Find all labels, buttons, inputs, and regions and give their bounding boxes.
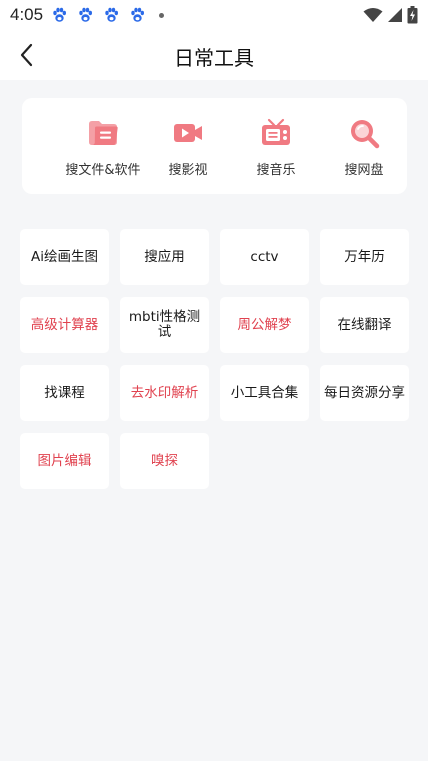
tool-tile-ai-drawing[interactable]: Ai绘画生图 (20, 229, 109, 285)
status-bar: 4:05 (0, 0, 428, 30)
battery-charging-icon (407, 6, 418, 24)
search-item-label: 搜网盘 (344, 163, 384, 178)
system-icons (359, 6, 418, 24)
search-shortcuts-card: 搜文件&软件 搜影视 搜音乐 搜网盘 (22, 98, 407, 194)
tool-tile-online-translate[interactable]: 在线翻译 (320, 297, 409, 353)
search-icon (351, 120, 380, 149)
status-time: 4:05 (10, 5, 44, 24)
tool-tile-dream-interpretation[interactable]: 周公解梦 (220, 297, 309, 353)
back-button[interactable] (10, 38, 44, 72)
folder-icon (89, 121, 118, 145)
tool-tile-calculator[interactable]: 高级计算器 (20, 297, 109, 353)
header: 日常工具 (0, 30, 428, 80)
tool-tile-search-apps[interactable]: 搜应用 (120, 229, 209, 285)
tool-tile-mbti-test[interactable]: mbti性格测试 (120, 297, 209, 353)
wifi-icon (363, 8, 383, 22)
signal-icon (388, 8, 402, 22)
chevron-left-icon (20, 43, 33, 67)
tool-tile-image-editor[interactable]: 图片编辑 (20, 433, 109, 489)
tool-tile-calendar[interactable]: 万年历 (320, 229, 409, 285)
baidu-paw-icon (105, 7, 118, 22)
notification-icons (52, 7, 164, 23)
search-music-button[interactable]: 搜音乐 (226, 116, 326, 182)
baidu-paw-icon (79, 7, 92, 22)
tool-tile-tool-collection[interactable]: 小工具合集 (220, 365, 309, 421)
tool-tile-cctv[interactable]: cctv (220, 229, 309, 285)
search-video-button[interactable]: 搜影视 (138, 116, 238, 182)
search-netdisk-button[interactable]: 搜网盘 (314, 116, 414, 182)
search-item-label: 搜音乐 (256, 163, 296, 178)
video-icon (174, 124, 202, 142)
radio-icon (262, 118, 290, 145)
bottom-safe-area (0, 744, 428, 761)
tool-tile-sniffer[interactable]: 嗅探 (120, 433, 209, 489)
tool-tile-watermark-removal[interactable]: 去水印解析 (120, 365, 209, 421)
more-notifications-dot-icon (159, 12, 164, 18)
page-title: 日常工具 (174, 46, 254, 70)
tool-tile-find-courses[interactable]: 找课程 (20, 365, 109, 421)
search-item-label: 搜影视 (168, 163, 208, 178)
baidu-paw-icon (131, 7, 144, 22)
tool-tile-daily-resources[interactable]: 每日资源分享 (320, 365, 409, 421)
baidu-paw-icon (53, 7, 66, 22)
